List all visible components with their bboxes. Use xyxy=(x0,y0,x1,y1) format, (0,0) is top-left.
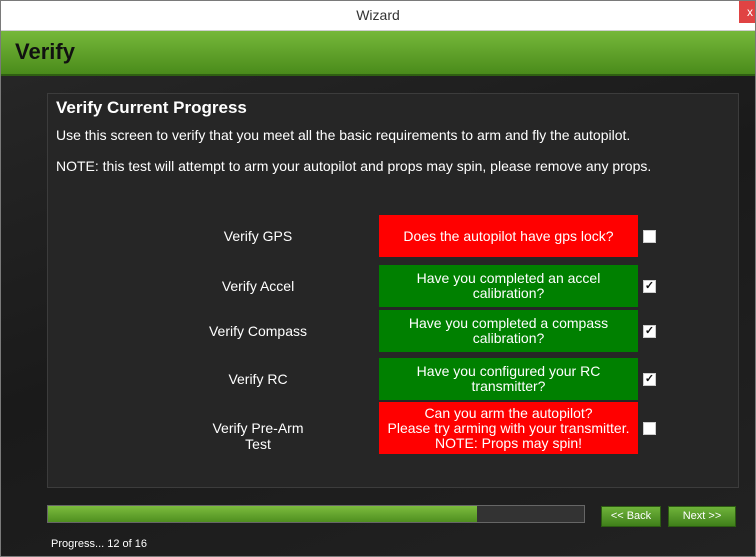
question-line: NOTE: Props may spin! xyxy=(434,434,583,451)
wizard-window: Wizard x Verify Verify Current Progress … xyxy=(0,0,756,557)
check-checkbox[interactable]: ✓ xyxy=(643,280,656,293)
next-button[interactable]: Next >> xyxy=(668,506,736,527)
question-line: Have you completed an accel xyxy=(416,270,601,286)
panel-description: Use this screen to verify that you meet … xyxy=(56,127,631,143)
progress-status: Progress... 12 of 16 xyxy=(51,538,147,550)
panel-note: NOTE: this test will attempt to arm your… xyxy=(56,158,652,174)
question-line: Please try arming with your transmitter. xyxy=(387,419,630,436)
question-line: Have you completed a compass xyxy=(408,315,609,331)
question-line: transmitter? xyxy=(471,378,546,394)
check-checkbox[interactable] xyxy=(643,230,656,243)
check-label: Verify GPS xyxy=(223,228,293,244)
check-label: Verify RC xyxy=(228,371,288,387)
question-line: Does the autopilot have gps lock? xyxy=(403,227,614,244)
check-question-box: Have you completed a compass calibration… xyxy=(379,310,638,352)
question-line: Have you configured your RC xyxy=(416,363,601,379)
check-question-box: Have you configured your RC transmitter? xyxy=(379,358,638,400)
back-button[interactable]: << Back xyxy=(601,506,661,527)
panel-title: Verify Current Progress xyxy=(56,98,247,117)
check-question-box: Does the autopilot have gps lock? xyxy=(379,215,638,257)
check-question-box: Can you arm the autopilot? Please try ar… xyxy=(379,402,638,454)
window-title: Wizard xyxy=(356,7,400,23)
check-checkbox[interactable]: ✓ xyxy=(643,373,656,386)
progress-bar xyxy=(47,505,585,523)
check-question-box: Have you completed an accel calibration? xyxy=(379,265,638,307)
question-line: calibration? xyxy=(472,285,545,301)
title-bar: Wizard x xyxy=(1,1,755,31)
verify-panel: Verify Current Progress Use this screen … xyxy=(47,93,739,488)
page-title: Verify xyxy=(15,39,75,64)
close-icon[interactable]: x xyxy=(739,1,755,23)
check-label: Verify Compass xyxy=(208,323,308,339)
content-area: Verify Current Progress Use this screen … xyxy=(1,76,755,556)
check-label: Verify Accel xyxy=(221,278,295,294)
question-line: calibration? xyxy=(472,330,545,346)
page-header: Verify xyxy=(1,31,755,76)
check-label: Verify Pre-Arm Test xyxy=(212,420,304,452)
check-checkbox[interactable]: ✓ xyxy=(643,325,656,338)
check-checkbox[interactable] xyxy=(643,422,656,435)
question-line: Can you arm the autopilot? xyxy=(424,404,593,421)
progress-fill xyxy=(48,506,477,522)
